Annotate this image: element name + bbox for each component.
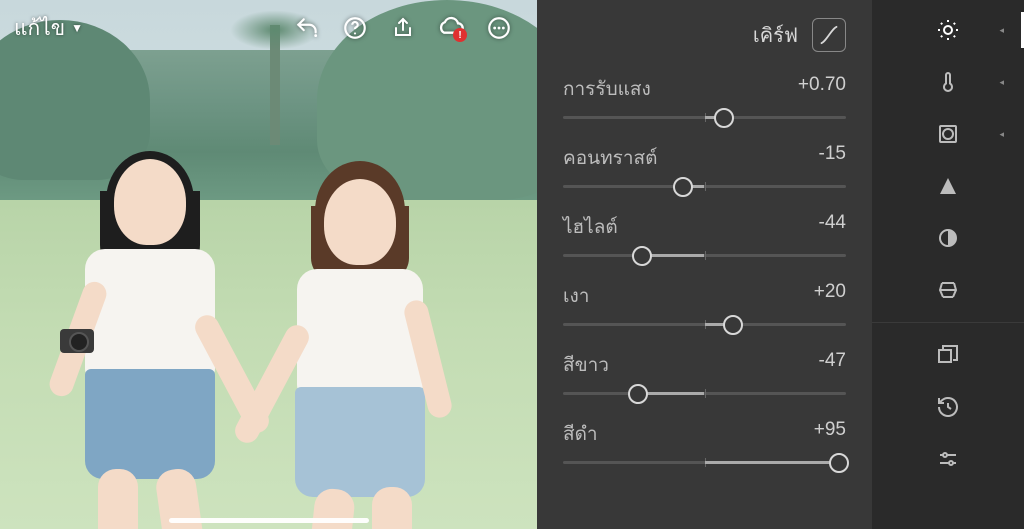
slider-value: -47: [819, 350, 846, 380]
rail-adjust-tool[interactable]: [872, 433, 1024, 485]
undo-button[interactable]: [283, 4, 331, 52]
geometry-icon: [936, 278, 960, 302]
slider-track[interactable]: [563, 116, 846, 119]
slider-value: +95: [814, 419, 846, 449]
rail-effects-tool[interactable]: ◂: [872, 108, 1024, 160]
more-icon: [486, 15, 512, 41]
slider-track[interactable]: [563, 254, 846, 257]
caret-icon: ◂: [999, 25, 1004, 36]
slider-name: สีดำ: [563, 419, 598, 449]
sliders-list: การรับแสง +0.70 คอนทราสต์ -15 ไฮไลต์ -44 เงา +2…: [563, 74, 846, 488]
slider-head: สีขาว -47: [563, 350, 846, 380]
top-toolbar: แก้ไข ▼ !: [0, 0, 537, 56]
caret-icon: ◂: [999, 77, 1004, 88]
tool-rail: ◂ ◂ ◂: [872, 0, 1024, 529]
undo-icon: [294, 15, 320, 41]
rail-presets-tool[interactable]: [872, 329, 1024, 381]
tone-curve-button[interactable]: [812, 18, 846, 52]
rail-light-tool[interactable]: ◂: [872, 4, 1024, 56]
photo-content: [0, 0, 537, 529]
slider-name: คอนทราสต์: [563, 143, 657, 173]
slider-name: เงา: [563, 281, 589, 311]
cloud-sync-button[interactable]: !: [427, 4, 475, 52]
caret-icon: ◂: [999, 129, 1004, 140]
curve-label: เคิร์ฟ: [753, 19, 798, 51]
edit-sliders-panel: เคิร์ฟ การรับแสง +0.70 คอนทราสต์ -15 ไฮไลต์ -…: [537, 0, 872, 529]
slider-thumb[interactable]: [714, 108, 734, 128]
slider-track[interactable]: [563, 323, 846, 326]
mode-label-text: แก้ไข: [14, 12, 65, 45]
slider-row: การรับแสง +0.70: [563, 74, 846, 119]
home-indicator[interactable]: [169, 518, 369, 523]
slider-row: สีดำ +95: [563, 419, 846, 464]
rail-optics-tool[interactable]: [872, 212, 1024, 264]
alert-badge-icon: !: [453, 28, 467, 42]
rail-separator: [872, 322, 1024, 323]
slider-head: เงา +20: [563, 281, 846, 311]
share-button[interactable]: [379, 4, 427, 52]
slider-head: ไฮไลต์ -44: [563, 212, 846, 242]
history-icon: [936, 395, 960, 419]
slider-row: คอนทราสต์ -15: [563, 143, 846, 188]
light-icon: [936, 18, 960, 42]
curve-icon: [818, 24, 840, 46]
panel-header: เคิร์ฟ: [563, 18, 846, 52]
slider-head: คอนทราสต์ -15: [563, 143, 846, 173]
rail-color-tool[interactable]: ◂: [872, 56, 1024, 108]
slider-name: ไฮไลต์: [563, 212, 618, 242]
sliders-icon: [936, 447, 960, 471]
slider-thumb[interactable]: [829, 453, 849, 473]
photo-preview[interactable]: แก้ไข ▼ !: [0, 0, 537, 529]
slider-name: สีขาว: [563, 350, 609, 380]
slider-head: สีดำ +95: [563, 419, 846, 449]
slider-row: เงา +20: [563, 281, 846, 326]
help-icon: [342, 15, 368, 41]
slider-thumb[interactable]: [632, 246, 652, 266]
slider-name: การรับแสง: [563, 74, 651, 104]
slider-row: สีขาว -47: [563, 350, 846, 395]
slider-value: -15: [819, 143, 846, 173]
presets-icon: [936, 343, 960, 367]
slider-row: ไฮไลต์ -44: [563, 212, 846, 257]
slider-track[interactable]: [563, 392, 846, 395]
help-button[interactable]: [331, 4, 379, 52]
slider-thumb[interactable]: [723, 315, 743, 335]
vignette-icon: [936, 122, 960, 146]
mode-dropdown[interactable]: แก้ไข ▼: [14, 12, 83, 45]
slider-head: การรับแสง +0.70: [563, 74, 846, 104]
lens-icon: [936, 226, 960, 250]
share-icon: [391, 16, 415, 40]
app-root: แก้ไข ▼ ! เคิร์ฟ: [0, 0, 1024, 529]
slider-value: -44: [819, 212, 846, 242]
slider-track[interactable]: [563, 185, 846, 188]
thermometer-icon: [936, 70, 960, 94]
chevron-down-icon: ▼: [71, 21, 83, 35]
slider-track[interactable]: [563, 461, 846, 464]
more-button[interactable]: [475, 4, 523, 52]
slider-thumb[interactable]: [628, 384, 648, 404]
rail-versions-tool[interactable]: [872, 381, 1024, 433]
slider-thumb[interactable]: [673, 177, 693, 197]
slider-value: +0.70: [798, 74, 846, 104]
detail-icon: [936, 174, 960, 198]
slider-value: +20: [814, 281, 846, 311]
rail-detail-tool[interactable]: [872, 160, 1024, 212]
rail-geometry-tool[interactable]: [872, 264, 1024, 316]
